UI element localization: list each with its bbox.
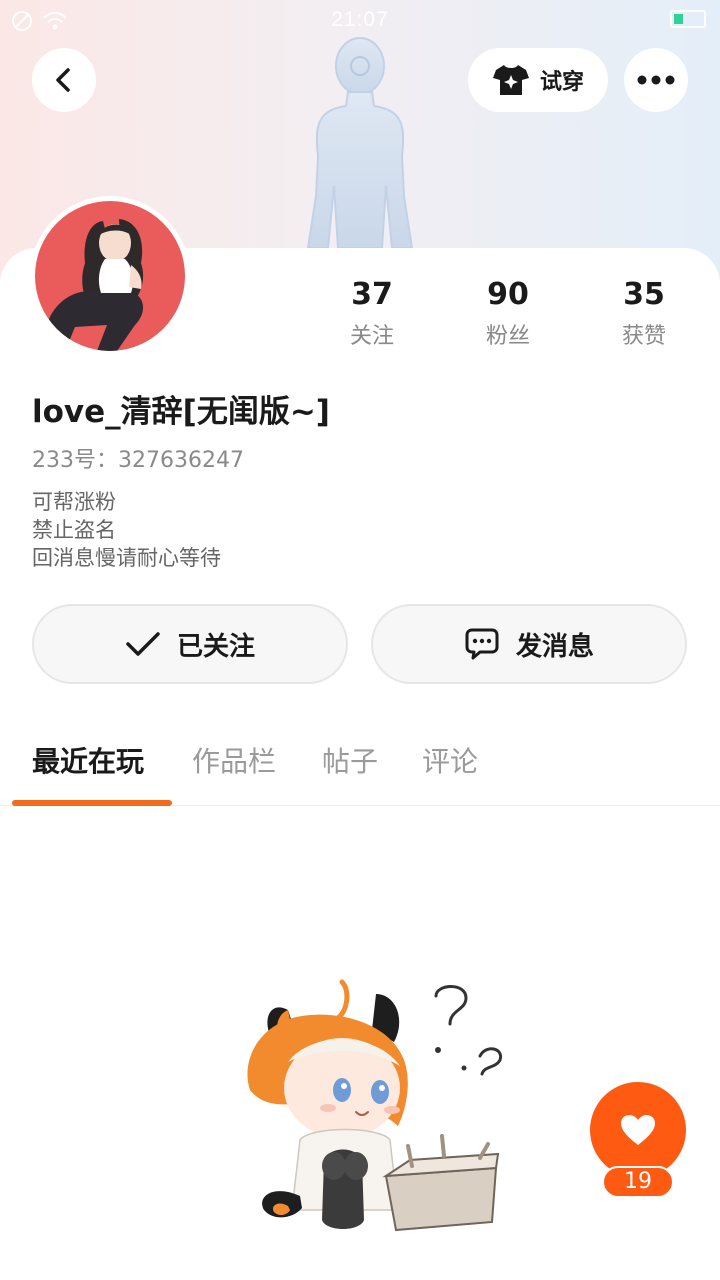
send-message-button[interactable]: 发消息: [371, 604, 687, 684]
status-bar: 21:07: [0, 0, 720, 40]
avatar-silhouette-icon: [306, 37, 414, 249]
stat-followers[interactable]: 90 粉丝: [448, 276, 568, 350]
wifi-icon: [43, 11, 67, 30]
battery-icon: [670, 10, 706, 28]
tshirt-sparkle-icon: [492, 65, 529, 95]
more-button[interactable]: [624, 48, 688, 112]
heart-icon: [621, 1115, 655, 1145]
like-count-badge: 19: [602, 1166, 674, 1198]
user-id: 233号：327636247: [32, 448, 244, 473]
like-button[interactable]: [590, 1082, 686, 1178]
stat-following[interactable]: 37 关注: [312, 276, 432, 350]
check-icon: [126, 632, 160, 656]
profile-tabs: 最近在玩 作品栏 帖子 评论: [0, 720, 720, 806]
stat-likes[interactable]: 35 获赞: [584, 276, 704, 350]
profile-stats: 37 关注 90 粉丝 35 获赞: [300, 276, 710, 356]
stat-value: 90: [487, 277, 529, 312]
stat-label: 粉丝: [485, 324, 530, 349]
status-time: 21:07: [331, 8, 389, 31]
stat-value: 37: [351, 277, 393, 312]
no-sim-icon: [12, 11, 32, 31]
bio: 可帮涨粉 禁止盗名 回消息慢请耐心等待: [32, 488, 221, 572]
tab-comments[interactable]: 评论: [422, 740, 478, 780]
chat-bubble-icon: [465, 628, 499, 660]
tab-recently-played[interactable]: 最近在玩: [32, 740, 144, 780]
back-button[interactable]: [32, 48, 96, 112]
stat-label: 关注: [349, 324, 394, 349]
stat-value: 35: [623, 277, 665, 312]
send-message-label: 发消息: [515, 631, 594, 662]
username: love_清辞[无闺版~]: [32, 394, 330, 430]
tab-works[interactable]: 作品栏: [192, 740, 276, 780]
avatar-image: [45, 219, 144, 351]
tab-posts[interactable]: 帖子: [322, 740, 378, 780]
following-label: 已关注: [176, 631, 255, 662]
avatar[interactable]: [30, 196, 190, 356]
bio-line: 可帮涨粉: [32, 490, 116, 514]
bio-line: 禁止盗名: [32, 518, 116, 542]
bio-line: 回消息慢请耐心等待: [32, 546, 221, 570]
more-dots-icon: [637, 75, 675, 85]
active-tab-indicator: [12, 800, 172, 806]
empty-state-illustration: [247, 979, 503, 1232]
chevron-left-icon: [56, 68, 70, 92]
try-on-button[interactable]: 试穿: [468, 48, 608, 112]
following-button[interactable]: 已关注: [32, 604, 348, 684]
try-on-label: 试穿: [539, 70, 584, 95]
stat-label: 获赞: [621, 324, 666, 349]
